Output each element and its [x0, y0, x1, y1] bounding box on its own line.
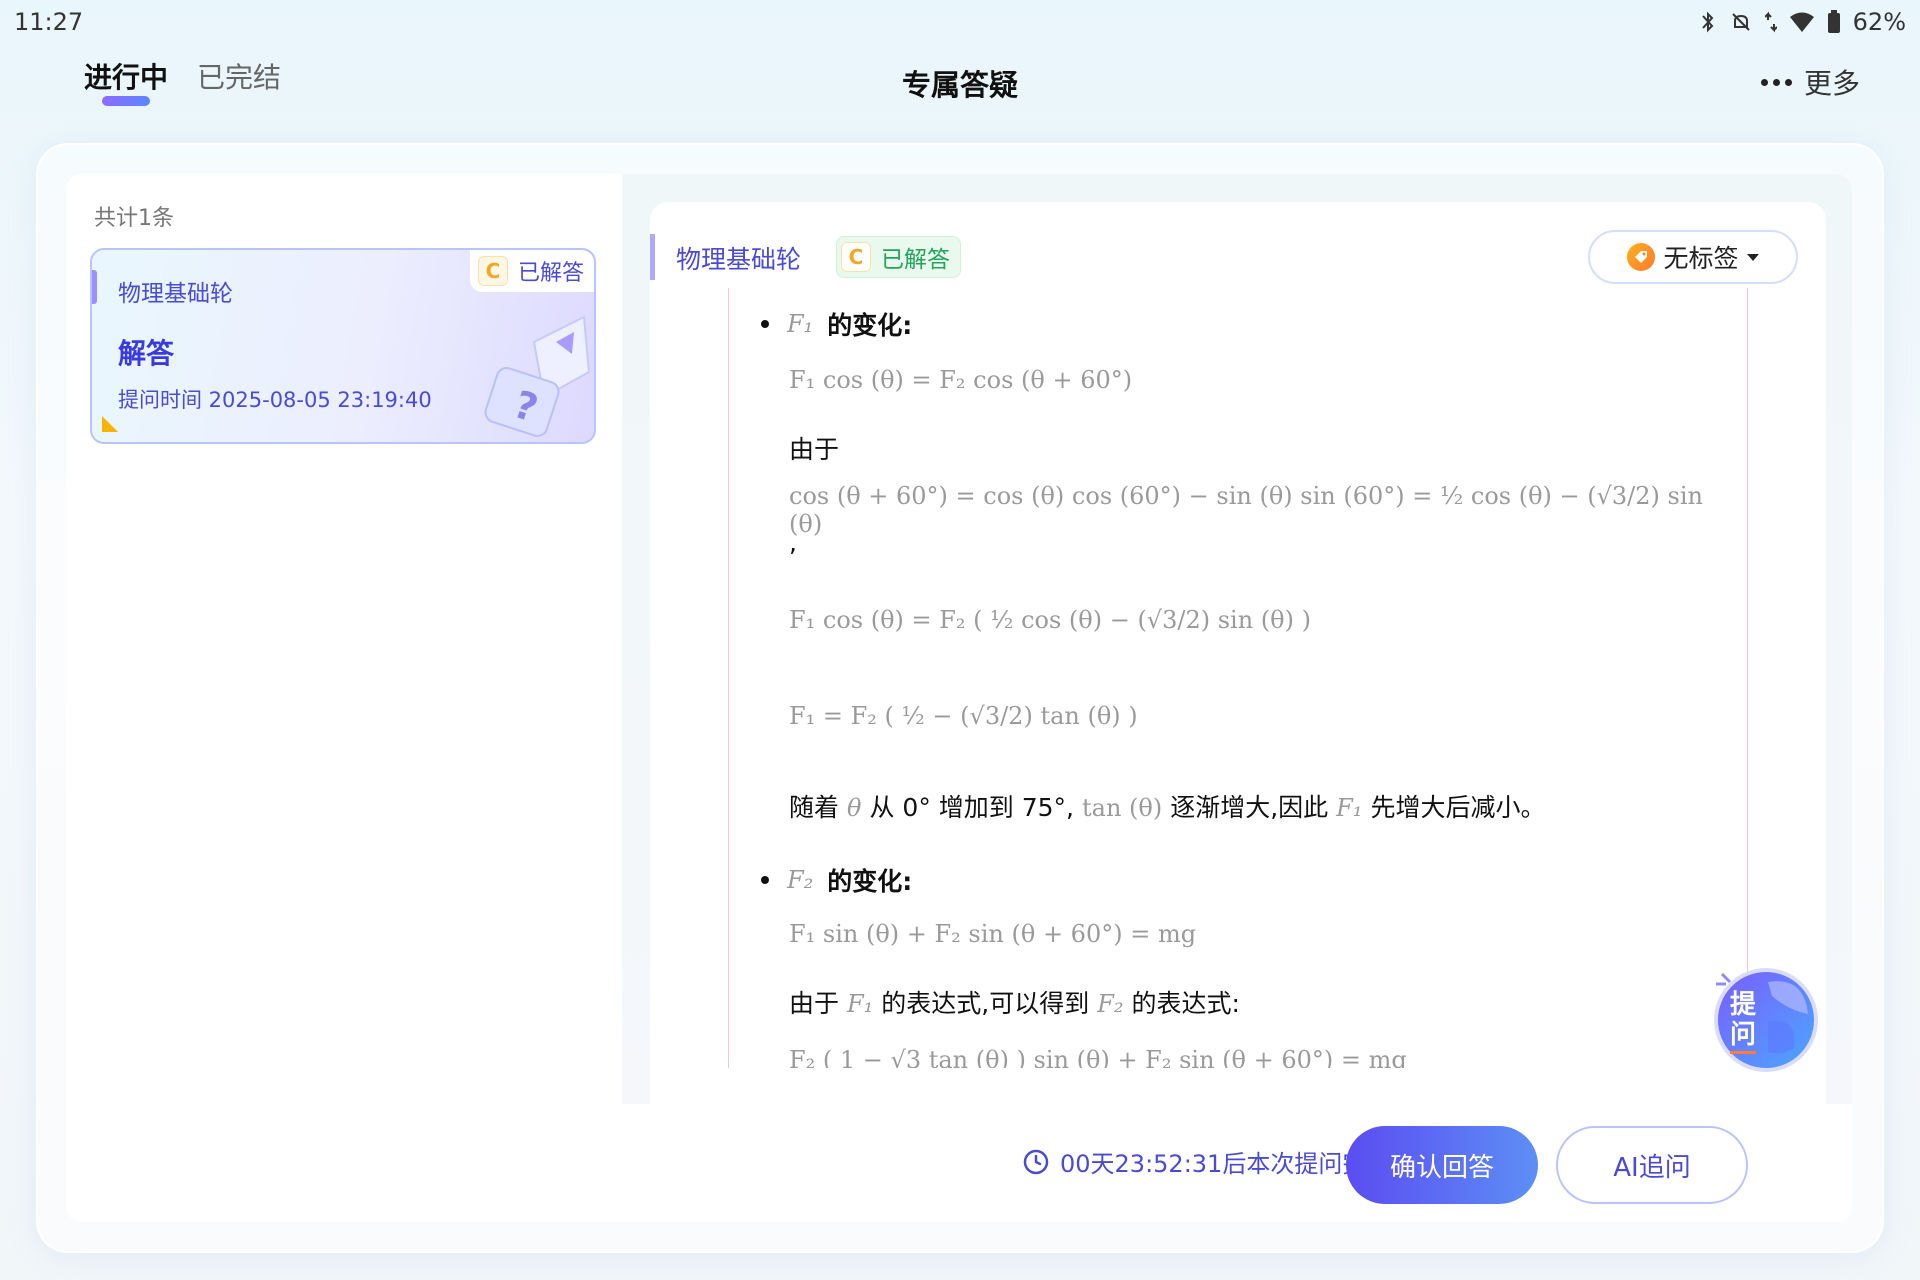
- item-status-badge: C 已解答: [469, 250, 594, 292]
- status-bar: 11:27 62%: [0, 0, 1920, 44]
- text-span: 的表达式,可以得到: [881, 989, 1090, 1018]
- f1-symbol: F₁: [787, 310, 814, 338]
- comma: ,: [789, 528, 797, 557]
- question-list-item[interactable]: 物理基础轮 解答 提问时间 2025-08-05 23:19:40 C 已解答 …: [90, 248, 596, 444]
- f2-symbol: F₂: [1097, 990, 1124, 1018]
- question-mark-card-icon: ?: [484, 315, 591, 437]
- item-title: 解答: [118, 337, 175, 370]
- text-span: 由于: [789, 989, 840, 1018]
- battery-level: 62%: [1852, 8, 1906, 36]
- item-ask-time: 提问时间 2025-08-05 23:19:40: [118, 388, 432, 412]
- battery-icon: [1827, 10, 1840, 33]
- data-arrows-icon: [1764, 11, 1777, 33]
- f1-symbol: F₁: [1336, 794, 1363, 822]
- c-grade-icon: C: [841, 242, 871, 272]
- equation-1: F₁ cos (θ) = F₂ cos (θ + 60°): [789, 366, 1133, 394]
- c-grade-icon: C: [477, 256, 508, 286]
- text-span: 先增大后减小。: [1370, 793, 1546, 822]
- answer-subject: 物理基础轮: [676, 245, 802, 274]
- answer-status-badge: C 已解答: [836, 236, 961, 278]
- equation-5: F₁ sin (θ) + F₂ sin (θ + 60°) = mg: [789, 920, 1197, 948]
- corner-triangle-icon: [102, 416, 118, 432]
- status-time: 11:27: [14, 8, 84, 36]
- more-label: 更多: [1803, 67, 1860, 100]
- equation-6: F₂ ( 1 − √3 tan (θ) ) sin (θ) + F₂ sin (…: [789, 1046, 1407, 1068]
- tan-symbol: tan (θ): [1081, 794, 1163, 822]
- countdown: 00天23:52:31后本次提问完结: [1022, 1144, 1390, 1179]
- bluetooth-icon: [1701, 11, 1714, 33]
- ask-float-label-2: 问: [1730, 1014, 1757, 1054]
- header-accent-bar: [650, 234, 655, 280]
- page-title: 专属答疑: [901, 68, 1018, 102]
- bullet-title: 的变化:: [827, 311, 913, 340]
- theta-symbol: θ: [847, 794, 862, 822]
- text-span: 逐渐增大,因此: [1170, 793, 1329, 822]
- clock-icon: [1023, 1149, 1049, 1174]
- answer-status-label: 已解答: [881, 247, 950, 273]
- f1-symbol: F₁: [847, 990, 874, 1018]
- item-subject: 物理基础轮: [118, 281, 233, 307]
- caret-down-icon: [1746, 253, 1759, 261]
- text-span: 的表达式:: [1131, 989, 1240, 1018]
- top-nav: 进行中 已完结 专属答疑 更多: [0, 44, 1920, 134]
- more-button[interactable]: 更多: [1760, 62, 1860, 102]
- f2-symbol: F₂: [787, 866, 814, 894]
- item-status-label: 已解答: [517, 261, 584, 286]
- more-dots-icon: [1760, 78, 1792, 86]
- ask-question-float-button[interactable]: 提 问: [1708, 960, 1824, 1076]
- status-icons: 62%: [1699, 8, 1906, 36]
- text-span: 随着: [789, 793, 840, 822]
- ask-float-icon: [1714, 968, 1818, 1072]
- conclusion-f1: 随着 θ 从 0° 增加到 75°, tan (θ) 逐渐增大,因此 F₁ 先增…: [789, 788, 1729, 824]
- text-span: 从 0° 增加到 75°,: [869, 793, 1074, 822]
- tag-icon: [1627, 243, 1656, 271]
- main-card: 共计1条 物理基础轮 解答 提问时间 2025-08-05 23:19:40 C…: [66, 174, 1852, 1222]
- answer-content[interactable]: F₁ 的变化: F₁ cos (θ) = F₂ cos (θ + 60°) 由于…: [728, 288, 1748, 1068]
- ai-followup-button[interactable]: AI追问: [1556, 1126, 1748, 1204]
- equation-4: F₁ = F₂ ( ½ − (√3/2) tan (θ) ): [789, 702, 1138, 730]
- question-list-panel: 共计1条 物理基础轮 解答 提问时间 2025-08-05 23:19:40 C…: [66, 174, 622, 1104]
- derive-f2: 由于 F₁ 的表达式,可以得到 F₂ 的表达式:: [789, 984, 1729, 1020]
- wifi-icon: [1789, 12, 1814, 32]
- confirm-answer-button[interactable]: 确认回答: [1346, 1126, 1538, 1204]
- bullet-f1-heading: F₁ 的变化:: [787, 306, 1729, 342]
- tag-label: 无标签: [1663, 244, 1739, 273]
- bullet-title: 的变化:: [827, 867, 913, 896]
- answer-card: 物理基础轮 C 已解答 无标签 F₁ 的变化: F₁ cos (θ) = F₂ …: [650, 202, 1826, 1104]
- item-accent-bar: [92, 270, 97, 304]
- answer-header: 物理基础轮 C 已解答 无标签: [650, 202, 1826, 288]
- question-count: 共计1条: [94, 206, 174, 231]
- equation-3: F₁ cos (θ) = F₂ ( ½ cos (θ) − (√3/2) sin…: [789, 606, 1311, 634]
- mute-icon: [1731, 13, 1750, 31]
- countdown-text: 00天23:52:31后本次提问完结: [1060, 1150, 1391, 1178]
- answer-detail-panel: 物理基础轮 C 已解答 无标签 F₁ 的变化: F₁ cos (θ) = F₂ …: [622, 174, 1852, 1104]
- tag-dropdown[interactable]: 无标签: [1588, 230, 1798, 284]
- action-footer: 00天23:52:31后本次提问完结 确认回答 AI追问: [622, 1104, 1852, 1222]
- since-label: 由于: [789, 435, 840, 464]
- bullet-f2-heading: F₂ 的变化:: [787, 862, 1729, 898]
